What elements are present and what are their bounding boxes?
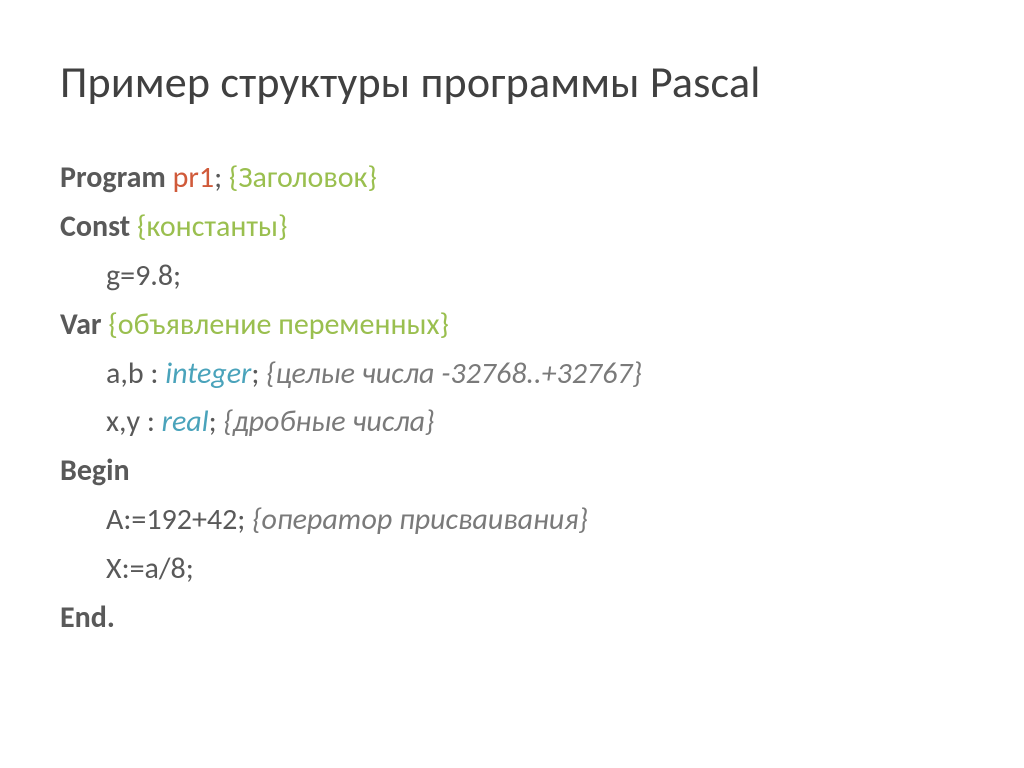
line-const-value: g=9.8;	[60, 252, 964, 301]
text-assign-x: X:=a/8;	[106, 550, 194, 587]
program-name: pr1	[173, 159, 214, 196]
text-semicolon: ;	[209, 403, 217, 440]
keyword-begin: Begin	[60, 452, 130, 489]
comment-real: {дробные числа}	[223, 403, 434, 440]
text-semicolon: ;	[251, 355, 259, 392]
type-real: real	[162, 403, 209, 440]
line-decl-xy: x,y : real; {дробные числа}	[60, 398, 964, 447]
comment-assign: {оператор присваивания}	[252, 501, 588, 538]
text-const-g: g=9.8;	[106, 257, 181, 294]
keyword-end: End.	[60, 599, 115, 636]
slide: Пример структуры программы Pascal Progra…	[0, 0, 1024, 768]
comment-const: {константы}	[137, 208, 288, 245]
line-const: Const {константы}	[60, 203, 964, 252]
keyword-const: Const	[60, 208, 130, 245]
comment-header: {Заголовок}	[229, 159, 377, 196]
line-var: Var {объявление переменных}	[60, 301, 964, 350]
slide-title: Пример структуры программы Pascal	[60, 55, 964, 109]
comment-var: {объявление переменных}	[108, 306, 449, 343]
line-assign-a: A:=192+42; {оператор присваивания}	[60, 496, 964, 545]
line-decl-ab: a,b : integer; {целые числа -32768..+327…	[60, 350, 964, 399]
code-block: Program pr1; {Заголовок} Const {констант…	[60, 154, 964, 643]
line-begin: Begin	[60, 447, 964, 496]
type-integer: integer	[165, 355, 251, 392]
keyword-program: Program	[60, 159, 166, 196]
text-decl-xy: x,y :	[106, 403, 155, 440]
line-assign-x: X:=a/8;	[60, 545, 964, 594]
comment-integer: {целые числа -32768..+32767}	[266, 355, 642, 392]
keyword-var: Var	[60, 306, 102, 343]
text-decl-ab: a,b :	[106, 355, 158, 392]
line-program: Program pr1; {Заголовок}	[60, 154, 964, 203]
line-end: End.	[60, 594, 964, 643]
text-assign-a: A:=192+42;	[106, 501, 245, 538]
text-semicolon: ;	[214, 159, 222, 196]
